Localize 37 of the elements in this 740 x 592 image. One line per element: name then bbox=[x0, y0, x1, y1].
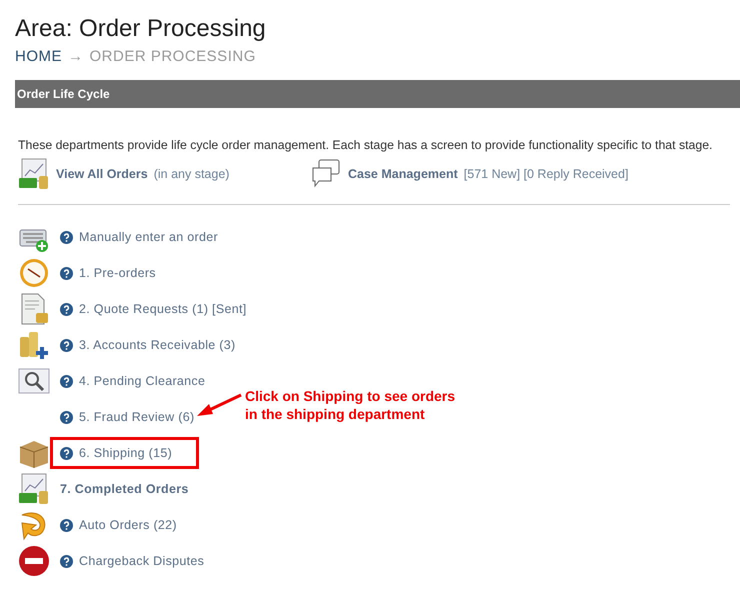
help-icon[interactable] bbox=[60, 518, 73, 532]
page-title: Area: Order Processing bbox=[15, 14, 267, 44]
chat-bubbles-icon bbox=[310, 158, 342, 190]
help-icon[interactable] bbox=[60, 554, 73, 568]
no-entry-icon bbox=[18, 545, 50, 577]
stage-link[interactable]: 7. Completed Orders bbox=[60, 482, 189, 496]
annotation-arrow bbox=[195, 393, 243, 419]
chart-money-icon bbox=[18, 473, 50, 505]
section-title: Order Life Cycle bbox=[17, 87, 110, 101]
breadcrumb-item: ORDER PROCESSING bbox=[90, 48, 256, 65]
stage-link[interactable]: 4. Pending Clearance bbox=[79, 374, 206, 388]
help-icon[interactable] bbox=[60, 266, 73, 280]
help-icon[interactable] bbox=[60, 230, 73, 244]
quick-link[interactable]: View All Orders bbox=[56, 167, 148, 181]
breadcrumb-link[interactable]: HOME bbox=[15, 48, 62, 65]
stage-link[interactable]: 3. Accounts Receivable (3) bbox=[79, 338, 236, 352]
stage-link[interactable]: 5. Fraud Review (6) bbox=[79, 410, 194, 424]
link-note: (in any stage) bbox=[154, 167, 230, 181]
stage-link[interactable]: 6. Shipping (15) bbox=[79, 446, 172, 460]
help-icon[interactable] bbox=[60, 302, 73, 316]
help-icon[interactable] bbox=[60, 374, 73, 388]
help-icon[interactable] bbox=[60, 410, 73, 424]
stage-link[interactable]: Auto Orders (22) bbox=[79, 518, 177, 532]
help-icon[interactable] bbox=[60, 338, 73, 352]
stage-link[interactable]: Chargeback Disputes bbox=[79, 554, 204, 568]
stage-link[interactable]: 1. Pre-orders bbox=[79, 266, 156, 280]
quick-link[interactable]: Case Management bbox=[348, 167, 458, 181]
stage-link[interactable]: 2. Quote Requests (1) [Sent] bbox=[79, 302, 247, 316]
stage-link[interactable]: Manually enter an order bbox=[79, 230, 218, 244]
help-icon[interactable] bbox=[60, 446, 73, 460]
chart-money-icon bbox=[18, 158, 50, 190]
clock-icon bbox=[18, 257, 50, 289]
annotation-text: Click on Shipping to see orders in the shipping department bbox=[245, 387, 456, 423]
breadcrumb-item: → bbox=[68, 48, 84, 65]
coins-icon bbox=[18, 329, 50, 361]
description-text: These departments provide life cycle order management. Each stage has a screen to provide functionality specific to that stage. bbox=[18, 138, 714, 152]
link-note: [571 New] [0 Reply Received] bbox=[464, 167, 628, 181]
